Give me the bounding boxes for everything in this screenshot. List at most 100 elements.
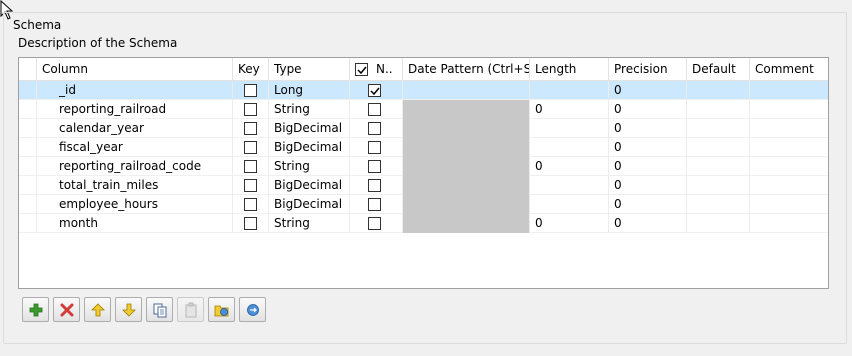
nullable-checkbox[interactable]	[368, 84, 381, 97]
column-header-column[interactable]: Column	[37, 58, 233, 81]
cell-length[interactable]: 0	[530, 157, 609, 176]
cell-type[interactable]: BigDecimal	[269, 138, 350, 157]
column-header-nullable[interactable]: N..	[350, 58, 403, 81]
cell-type[interactable]: Long	[269, 81, 350, 100]
nullable-checkbox[interactable]	[368, 160, 381, 173]
table-row[interactable]: calendar_year BigDecimal 0	[19, 119, 828, 138]
nullable-header-checkbox[interactable]	[355, 63, 368, 76]
cell-nullable[interactable]	[350, 100, 403, 119]
column-header-precision[interactable]: Precision	[609, 58, 687, 81]
row-header-cell[interactable]	[19, 81, 37, 100]
cell-column-name[interactable]: fiscal_year	[37, 138, 233, 157]
column-header-type[interactable]: Type	[269, 58, 350, 81]
cell-default[interactable]	[687, 195, 750, 214]
row-header-cell[interactable]	[19, 119, 37, 138]
nullable-checkbox[interactable]	[368, 179, 381, 192]
key-checkbox[interactable]	[244, 141, 257, 154]
cell-comment[interactable]	[750, 119, 828, 138]
cell-type[interactable]: BigDecimal	[269, 176, 350, 195]
cell-type[interactable]: BigDecimal	[269, 119, 350, 138]
cell-type[interactable]: String	[269, 214, 350, 233]
add-row-button[interactable]	[22, 297, 49, 322]
export-schema-button[interactable]	[239, 297, 266, 322]
cell-column-name[interactable]: _id	[37, 81, 233, 100]
table-row[interactable]: employee_hours BigDecimal 0	[19, 195, 828, 214]
cell-precision[interactable]: 0	[609, 81, 687, 100]
row-header-cell[interactable]	[19, 195, 37, 214]
cell-nullable[interactable]	[350, 157, 403, 176]
cell-comment[interactable]	[750, 81, 828, 100]
cell-key[interactable]	[233, 100, 269, 119]
cell-key[interactable]	[233, 157, 269, 176]
key-checkbox[interactable]	[244, 198, 257, 211]
cell-type[interactable]: BigDecimal	[269, 195, 350, 214]
nullable-checkbox[interactable]	[368, 122, 381, 135]
cell-default[interactable]	[687, 81, 750, 100]
cell-default[interactable]	[687, 100, 750, 119]
cell-key[interactable]	[233, 195, 269, 214]
move-up-button[interactable]	[84, 297, 111, 322]
nullable-checkbox[interactable]	[368, 141, 381, 154]
schema-table[interactable]: Column Key Type N.. Date Pattern (Ctrl+S…	[18, 57, 829, 289]
cell-length[interactable]	[530, 176, 609, 195]
table-row[interactable]: total_train_miles BigDecimal 0	[19, 176, 828, 195]
cell-default[interactable]	[687, 214, 750, 233]
remove-row-button[interactable]	[53, 297, 80, 322]
cell-type[interactable]: String	[269, 157, 350, 176]
cell-key[interactable]	[233, 214, 269, 233]
cell-default[interactable]	[687, 176, 750, 195]
cell-column-name[interactable]: month	[37, 214, 233, 233]
key-checkbox[interactable]	[244, 103, 257, 116]
cell-comment[interactable]	[750, 214, 828, 233]
cell-precision[interactable]: 0	[609, 119, 687, 138]
cell-date-pattern[interactable]	[403, 81, 530, 100]
cell-column-name[interactable]: employee_hours	[37, 195, 233, 214]
cell-nullable[interactable]	[350, 195, 403, 214]
import-schema-button[interactable]	[208, 297, 235, 322]
key-checkbox[interactable]	[244, 84, 257, 97]
cell-column-name[interactable]: reporting_railroad	[37, 100, 233, 119]
key-checkbox[interactable]	[244, 122, 257, 135]
row-header-cell[interactable]	[19, 100, 37, 119]
cell-column-name[interactable]: reporting_railroad_code	[37, 157, 233, 176]
column-header-key[interactable]: Key	[233, 58, 269, 81]
table-row[interactable]: month String 0 0	[19, 214, 828, 233]
table-row[interactable]: reporting_railroad String 0 0	[19, 100, 828, 119]
nullable-checkbox[interactable]	[368, 217, 381, 230]
cell-comment[interactable]	[750, 195, 828, 214]
cell-key[interactable]	[233, 119, 269, 138]
cell-length[interactable]	[530, 138, 609, 157]
cell-nullable[interactable]	[350, 119, 403, 138]
cell-default[interactable]	[687, 138, 750, 157]
column-header-comment[interactable]: Comment	[750, 58, 828, 81]
cell-comment[interactable]	[750, 157, 828, 176]
cell-nullable[interactable]	[350, 176, 403, 195]
cell-precision[interactable]: 0	[609, 138, 687, 157]
key-checkbox[interactable]	[244, 217, 257, 230]
column-header-date-pattern[interactable]: Date Pattern (Ctrl+S...	[403, 58, 530, 81]
cell-default[interactable]	[687, 119, 750, 138]
cell-length[interactable]: 0	[530, 100, 609, 119]
cell-precision[interactable]: 0	[609, 214, 687, 233]
cell-default[interactable]	[687, 157, 750, 176]
copy-button[interactable]	[146, 297, 173, 322]
key-checkbox[interactable]	[244, 179, 257, 192]
cell-nullable[interactable]	[350, 214, 403, 233]
table-row[interactable]: fiscal_year BigDecimal 0	[19, 138, 828, 157]
move-down-button[interactable]	[115, 297, 142, 322]
cell-key[interactable]	[233, 81, 269, 100]
cell-comment[interactable]	[750, 176, 828, 195]
cell-comment[interactable]	[750, 100, 828, 119]
cell-precision[interactable]: 0	[609, 176, 687, 195]
cell-length[interactable]	[530, 195, 609, 214]
cell-comment[interactable]	[750, 138, 828, 157]
cell-nullable[interactable]	[350, 138, 403, 157]
column-header-default[interactable]: Default	[687, 58, 750, 81]
cell-column-name[interactable]: calendar_year	[37, 119, 233, 138]
row-header-cell[interactable]	[19, 176, 37, 195]
cell-precision[interactable]: 0	[609, 157, 687, 176]
table-row[interactable]: _id Long 0	[19, 81, 828, 100]
cell-length[interactable]: 0	[530, 214, 609, 233]
column-header-length[interactable]: Length	[530, 58, 609, 81]
nullable-checkbox[interactable]	[368, 103, 381, 116]
